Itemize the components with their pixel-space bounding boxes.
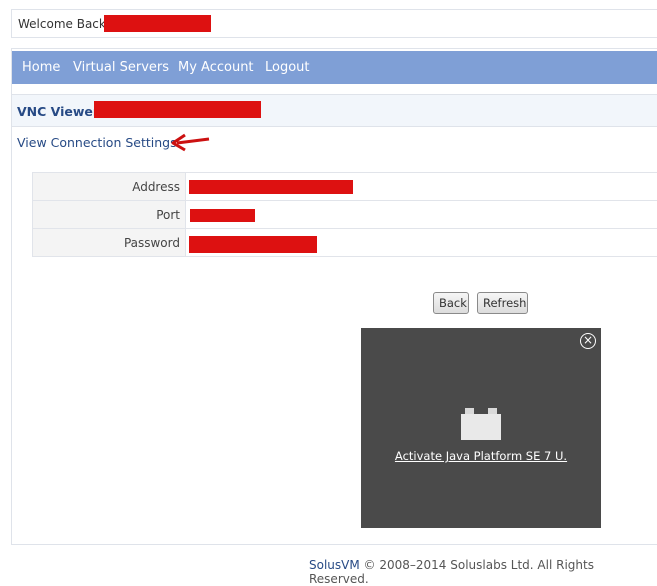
port-label: Port [33, 201, 186, 229]
footer-brand: SolusVM [309, 558, 360, 572]
nav-home[interactable]: Home [22, 60, 60, 75]
address-label: Address [33, 173, 186, 201]
nav-virtual-servers[interactable]: Virtual Servers [73, 60, 169, 75]
port-value [186, 201, 657, 229]
redacted-port [190, 209, 255, 222]
welcome-text: Welcome Back [18, 17, 106, 31]
close-icon[interactable]: × [580, 333, 596, 349]
nav-my-account[interactable]: My Account [178, 60, 254, 75]
nav-bar: Home Virtual Servers My Account Logout [12, 51, 657, 84]
java-plugin-panel: × Activate Java Platform SE 7 U. [361, 328, 601, 528]
redacted-password [189, 236, 317, 253]
view-connection-settings-link[interactable]: View Connection Settings [17, 135, 177, 150]
plugin-icon [461, 408, 501, 440]
table-row: Password [33, 229, 657, 257]
back-button[interactable]: Back [433, 292, 469, 314]
main-panel: Home Virtual Servers My Account Logout V… [11, 48, 657, 545]
password-value [186, 229, 657, 257]
redacted-server-name [94, 101, 261, 118]
arrow-icon [167, 131, 213, 153]
table-row: Port [33, 201, 657, 229]
refresh-button[interactable]: Refresh [477, 292, 528, 314]
page-title: VNC Viewer [17, 104, 99, 119]
nav-logout[interactable]: Logout [265, 60, 310, 75]
redacted-address [189, 180, 353, 194]
footer: SolusVM © 2008–2014 Soluslabs Ltd. All R… [309, 558, 657, 586]
connection-settings-table: Address Port Password [32, 172, 657, 257]
table-row: Address [33, 173, 657, 201]
redacted-username [104, 15, 211, 32]
vnc-header: VNC Viewer [12, 94, 657, 127]
activate-java-link[interactable]: Activate Java Platform SE 7 U. [361, 449, 601, 463]
address-value [186, 173, 657, 201]
password-label: Password [33, 229, 186, 257]
welcome-bar: Welcome Back [11, 9, 657, 38]
